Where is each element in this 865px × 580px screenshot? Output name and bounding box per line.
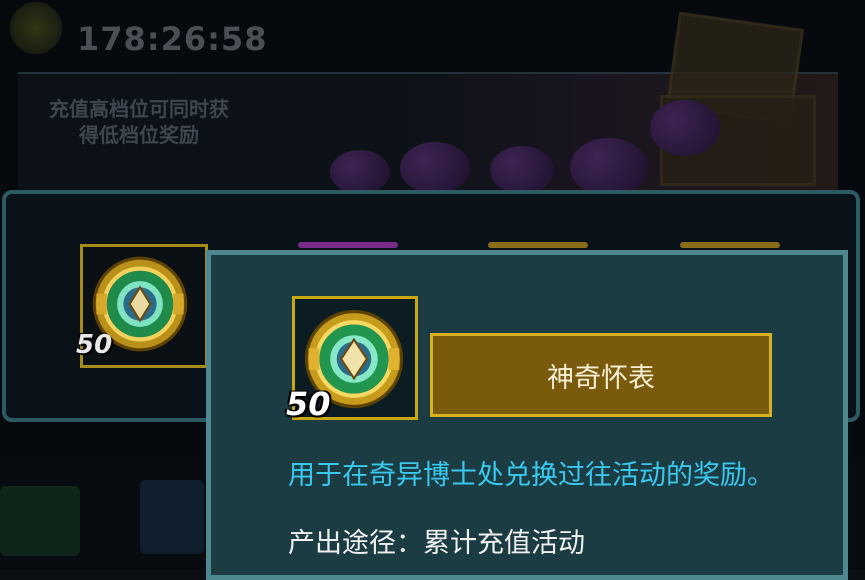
gem-pile xyxy=(320,100,790,196)
item-source: 产出途径：累计充值活动 xyxy=(288,528,585,559)
item-name-plate: 神奇怀表 xyxy=(430,333,772,417)
reward-slot-epic-hint xyxy=(298,242,398,248)
item-name: 神奇怀表 xyxy=(547,362,655,394)
banner-note: 充值高档位可同时获得低档位奖励 xyxy=(49,97,229,147)
gift-box-icon-2 xyxy=(140,480,204,554)
alarm-clock-icon xyxy=(10,2,62,54)
gift-box-icon xyxy=(0,486,80,556)
tooltip-item-quantity: 50 xyxy=(286,385,331,423)
reward-slot-gold-hint xyxy=(488,242,588,248)
reward-item-quantity: 50 xyxy=(76,330,113,360)
item-description: 用于在奇异博士处兑换过往活动的奖励。 xyxy=(288,460,774,491)
reward-slot-gold-hint-2 xyxy=(680,242,780,248)
countdown-timer: 178:26:58 xyxy=(77,20,268,58)
